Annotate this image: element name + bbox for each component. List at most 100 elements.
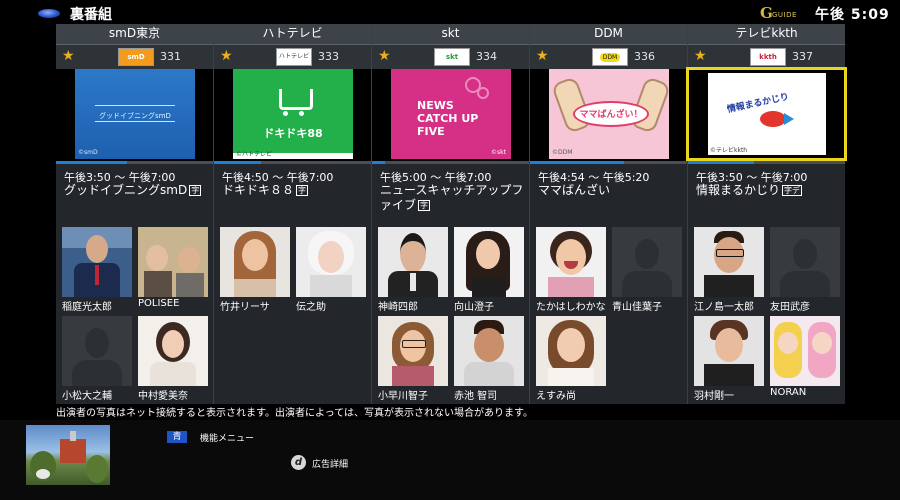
channel-logo-text: skt [445, 53, 459, 61]
thumbnail-caption: ドキドキ88 [263, 127, 323, 140]
cast-photo [378, 227, 448, 297]
cast-name: 伝之助 [296, 302, 326, 313]
channel-column[interactable]: ハトテレビ ★ ハトテレビ 333 ドキドキ88 ©ハトテレビ 午後4:50 〜… [214, 24, 371, 404]
progress-bar [372, 161, 529, 164]
cast-photo [454, 227, 524, 297]
top-bar: 裏番組 G GUIDE 午後 5:09 [0, 0, 900, 24]
caption-badge: 字 [418, 200, 431, 211]
ad-details-label[interactable]: 広告詳細 [312, 457, 348, 470]
program-thumbnail-area[interactable]: ドキドキ88 ©ハトテレビ [214, 69, 371, 161]
program-thumbnail[interactable]: グッドイブニングsmD ©smD [75, 69, 195, 159]
cast-name: 稲庭光太郎 [62, 302, 112, 313]
star-icon[interactable]: ★ [536, 48, 549, 64]
program-title-text: ママばんざい [538, 183, 611, 197]
cast-name: 竹井リーサ [220, 302, 270, 313]
function-menu-label[interactable]: 機能メニュー [200, 431, 254, 444]
cast-name: 神崎四郎 [378, 302, 418, 313]
cast-name: 江ノ島一太郎 [694, 302, 754, 313]
cast-photo [694, 316, 764, 386]
cast-photo [536, 316, 606, 386]
cast-photo [378, 316, 448, 386]
channel-name: DDM [530, 24, 687, 45]
caption-badge: 字 [296, 185, 309, 196]
channel-logo: DDM [592, 48, 628, 66]
channel-info-row: ★ skt 334 [372, 45, 529, 69]
blue-button[interactable]: 青 [167, 431, 187, 443]
channel-grid: smD東京 ★ smD 331 グッドイブニングsmD ©smD 午後3:50 … [56, 24, 847, 404]
cast-photo [220, 227, 290, 297]
thumbnail-copyright: ©skt [491, 149, 506, 156]
cast-photo-placeholder [770, 227, 840, 297]
progress-fill [56, 161, 127, 164]
program-title[interactable]: ドキドキ８８ 字 [222, 183, 369, 198]
program-title-text: グッドイブニングsmD [64, 183, 188, 197]
channel-column[interactable]: smD東京 ★ smD 331 グッドイブニングsmD ©smD 午後3:50 … [56, 24, 213, 404]
thumbnail-caption: グッドイブニングsmD [99, 112, 171, 120]
brand-letter: G [760, 4, 773, 22]
channel-column[interactable]: DDM ★ DDM 336 ママばんざい！ ©DDM 午後4:54 〜 午後5:… [530, 24, 687, 404]
channel-info-row: ★ smD 331 [56, 45, 213, 69]
cast-name: 青山佳葉子 [612, 302, 662, 313]
progress-fill [372, 161, 385, 164]
cast-photo-placeholder [612, 227, 682, 297]
program-title[interactable]: グッドイブニングsmD 字 [64, 183, 211, 198]
channel-logo-text: smD [127, 53, 145, 61]
channel-number: 333 [318, 50, 339, 63]
cast-photo-placeholder [62, 316, 132, 386]
star-icon[interactable]: ★ [62, 48, 75, 64]
progress-bar [56, 161, 213, 164]
thumbnail-copyright: ©DDM [552, 149, 573, 156]
cart-icon [279, 89, 313, 110]
cast-name: えすみ尚 [536, 391, 576, 402]
program-title[interactable]: ママばんざい [538, 183, 685, 198]
channel-logo: ハトテレビ [276, 48, 312, 66]
thumbnail-caption: NEWS CATCH UP FIVE [417, 99, 479, 138]
cast-photo [138, 227, 208, 297]
cast-name: 友田武彦 [770, 302, 810, 313]
program-thumbnail[interactable]: 情報まるかじり ©テレビkkth [686, 67, 847, 161]
channel-column[interactable]: テレビkkth ★ kkth 337 情報まるかじり ©テレビkkth 午後3:… [686, 24, 847, 404]
star-icon[interactable]: ★ [220, 48, 233, 64]
channel-number: 331 [160, 50, 181, 63]
channel-name: ハトテレビ [214, 24, 371, 45]
cast-photo [770, 316, 840, 386]
program-thumbnail[interactable]: ドキドキ88 ©ハトテレビ [233, 69, 353, 159]
fish-icon [760, 111, 786, 127]
program-thumbnail-area[interactable]: ママばんざい！ ©DDM [530, 69, 687, 161]
star-icon[interactable]: ★ [694, 48, 707, 64]
channel-logo-text: DDM [599, 53, 621, 62]
channel-column[interactable]: skt ★ skt 334 NEWS CATCH UP FIVE ©skt 午後… [372, 24, 529, 404]
cast-name: 羽村剛一 [694, 391, 734, 402]
program-title[interactable]: ニュースキャッチアップファイブ字 [380, 183, 527, 213]
cast-name: 小松大之輔 [62, 391, 112, 402]
thumbnail-copyright: ©ハトテレビ [236, 151, 273, 158]
progress-bar [214, 161, 371, 164]
channel-logo-text: ハトテレビ [278, 53, 310, 60]
progress-fill [688, 161, 754, 164]
star-icon[interactable]: ★ [378, 48, 391, 64]
channel-logo: smD [118, 48, 154, 66]
program-thumbnail-area[interactable]: NEWS CATCH UP FIVE ©skt [372, 69, 529, 161]
program-thumbnail[interactable]: ママばんざい！ ©DDM [549, 69, 669, 159]
cast-name: たかはしわかな [536, 302, 606, 313]
channel-number: 337 [792, 50, 813, 63]
channel-info-row: ★ DDM 336 [530, 45, 687, 69]
program-thumbnail[interactable]: NEWS CATCH UP FIVE ©skt [391, 69, 511, 159]
program-thumbnail-area[interactable]: 情報まるかじり ©テレビkkth [686, 67, 847, 161]
channel-number: 334 [476, 50, 497, 63]
channel-logo: kkth [750, 48, 786, 66]
thumbnail-copyright: ©smD [78, 149, 98, 156]
program-title-text: ドキドキ８８ [222, 183, 295, 197]
cast-name: POLISEE [138, 298, 180, 309]
progress-fill [214, 161, 262, 164]
thumbnail-caption: ママばんざい！ [579, 110, 643, 120]
cast-photo [454, 316, 524, 386]
cast-photo [62, 227, 132, 297]
d-button[interactable]: d [291, 455, 306, 470]
program-title[interactable]: 情報まるかじり 字デ [696, 183, 843, 198]
program-thumbnail-area[interactable]: グッドイブニングsmD ©smD [56, 69, 213, 161]
program-title-text: 情報まるかじり [696, 183, 781, 197]
cast-photo [296, 227, 366, 297]
current-channel-preview[interactable] [26, 425, 110, 485]
logo-icon [38, 9, 60, 18]
